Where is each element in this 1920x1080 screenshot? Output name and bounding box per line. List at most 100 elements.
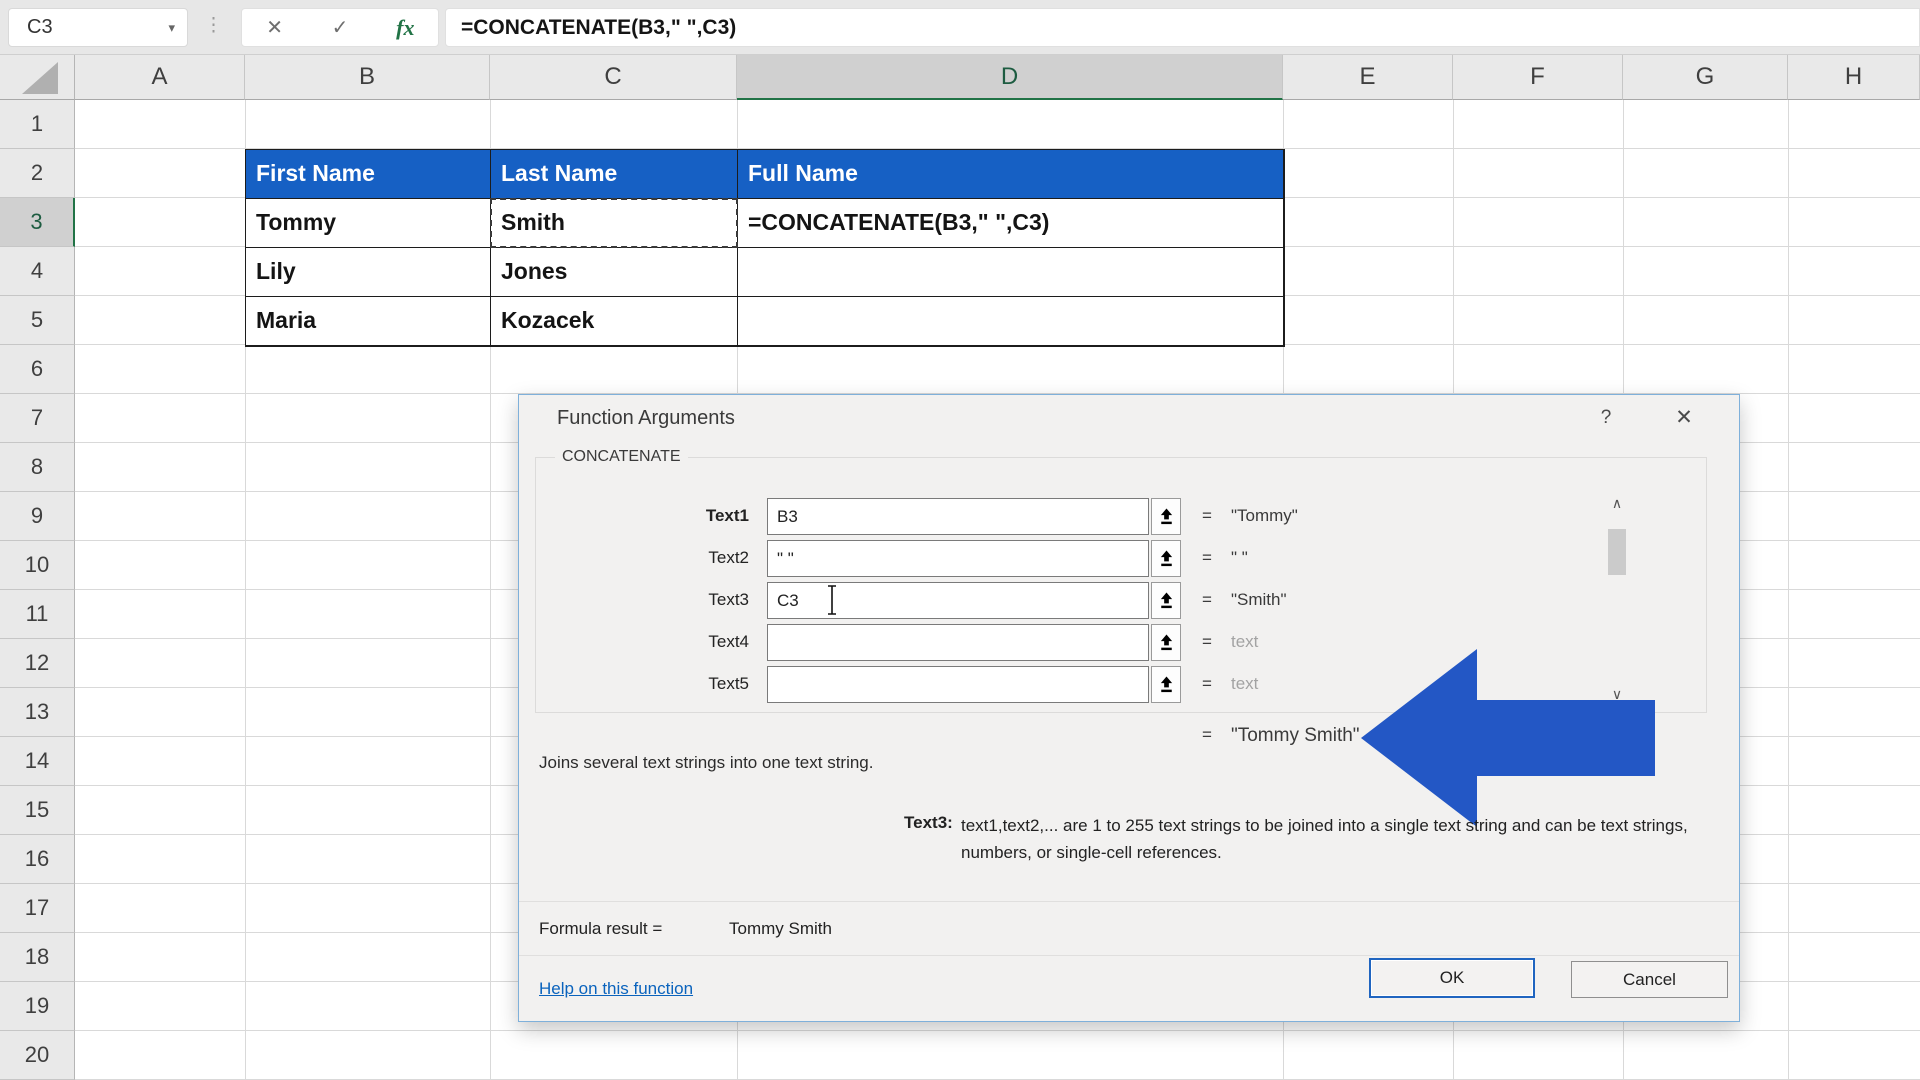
gridline-vertical (1788, 100, 1789, 1080)
scrollbar-thumb[interactable] (1608, 529, 1626, 575)
collapse-dialog-icon[interactable] (1151, 624, 1181, 661)
data-table: First Name Last Name Full Name Tommy Smi… (245, 149, 1285, 347)
cell-B2[interactable]: First Name (246, 150, 491, 199)
collapse-dialog-icon[interactable] (1151, 582, 1181, 619)
column-header-A[interactable]: A (75, 55, 245, 100)
collapse-dialog-icon[interactable] (1151, 498, 1181, 535)
arg-label: Text3 (708, 590, 749, 609)
arg-label: Text2 (708, 548, 749, 567)
row-header-17[interactable]: 17 (0, 884, 75, 933)
formula-result-label: Formula result = (539, 919, 663, 938)
cancel-entry-icon[interactable]: ✕ (250, 15, 300, 40)
cell-B5[interactable]: Maria (246, 297, 491, 346)
row-header-1[interactable]: 1 (0, 100, 75, 149)
equals-sign: = (1202, 725, 1212, 744)
function-name: CONCATENATE (555, 448, 688, 466)
divider (519, 901, 1739, 902)
row-header-11[interactable]: 11 (0, 590, 75, 639)
row-header-20[interactable]: 20 (0, 1031, 75, 1080)
overall-result-value: "Tommy Smith" (1231, 725, 1360, 746)
arg-input-text1[interactable] (767, 498, 1149, 535)
arg-input-text4[interactable] (767, 624, 1149, 661)
row-header-3[interactable]: 3 (0, 198, 75, 247)
arg-label: Text5 (708, 674, 749, 693)
column-header-E[interactable]: E (1283, 55, 1453, 100)
cancel-button[interactable]: Cancel (1571, 961, 1728, 998)
arg-row-text3: Text3 = "Smith" (519, 582, 1739, 619)
cell-C3[interactable]: Smith (490, 198, 738, 248)
name-box-dropdown-icon[interactable]: ▾ (168, 20, 187, 36)
cell-D2[interactable]: Full Name (738, 150, 1284, 199)
arg-result: "Tommy" (1231, 506, 1298, 525)
scroll-up-icon[interactable]: ∧ (1605, 495, 1629, 512)
row-header-7[interactable]: 7 (0, 394, 75, 443)
row-header-12[interactable]: 12 (0, 639, 75, 688)
arg-result: "Smith" (1231, 590, 1287, 609)
row-header-19[interactable]: 19 (0, 982, 75, 1031)
ibeam-cursor (828, 585, 836, 615)
row-header-13[interactable]: 13 (0, 688, 75, 737)
equals-sign: = (1202, 548, 1212, 567)
cell-C2[interactable]: Last Name (491, 150, 738, 199)
dialog-title: Function Arguments (557, 407, 735, 429)
cell-B3[interactable]: Tommy (246, 199, 491, 248)
row-header-16[interactable]: 16 (0, 835, 75, 884)
cell-B4[interactable]: Lily (246, 248, 491, 297)
dialog-close-icon[interactable]: ✕ (1667, 405, 1701, 430)
help-on-function-link[interactable]: Help on this function (539, 979, 693, 999)
arg-result: " " (1231, 548, 1248, 567)
equals-sign: = (1202, 632, 1212, 651)
column-header-G[interactable]: G (1623, 55, 1788, 100)
divider (519, 955, 1739, 956)
function-arguments-dialog: Function Arguments ? ✕ CONCATENATE Text1… (518, 394, 1740, 1022)
equals-sign: = (1202, 674, 1212, 693)
row-header-14[interactable]: 14 (0, 737, 75, 786)
confirm-entry-icon[interactable]: ✓ (315, 15, 365, 40)
column-header-F[interactable]: F (1453, 55, 1623, 100)
column-header-C[interactable]: C (490, 55, 737, 100)
row-headers: 1 2 3 4 5 6 7 8 9 10 11 12 13 14 15 16 17 18 19 20 (0, 100, 75, 1080)
arg-label: Text4 (708, 632, 749, 651)
function-description: Joins several text strings into one text… (539, 753, 874, 772)
insert-function-icon[interactable]: fx (380, 15, 430, 41)
formula-result-value: Tommy Smith (729, 919, 832, 938)
row-header-2[interactable]: 2 (0, 149, 75, 198)
arg-input-text5[interactable] (767, 666, 1149, 703)
arg-row-text1: Text1 = "Tommy" (519, 498, 1739, 535)
row-header-5[interactable]: 5 (0, 296, 75, 345)
arg-help-text: text1,text2,... are 1 to 255 text string… (961, 816, 1688, 862)
row-header-18[interactable]: 18 (0, 933, 75, 982)
arg-label: Text1 (705, 506, 749, 525)
row-header-9[interactable]: 9 (0, 492, 75, 541)
ok-button[interactable]: OK (1369, 958, 1535, 998)
column-header-B[interactable]: B (245, 55, 490, 100)
row-header-15[interactable]: 15 (0, 786, 75, 835)
equals-sign: = (1202, 506, 1212, 525)
name-box-value: C3 (27, 16, 53, 38)
name-box[interactable]: C3 ▾ (8, 8, 188, 47)
column-header-H[interactable]: H (1788, 55, 1920, 100)
dialog-help-icon[interactable]: ? (1591, 407, 1621, 429)
arg-input-text2[interactable] (767, 540, 1149, 577)
cell-C5[interactable]: Kozacek (491, 297, 738, 346)
select-all-triangle-icon (22, 62, 58, 94)
cell-C4[interactable]: Jones (491, 248, 738, 297)
row-header-4[interactable]: 4 (0, 247, 75, 296)
row-header-8[interactable]: 8 (0, 443, 75, 492)
annotation-arrow (1361, 649, 1655, 827)
arg-result: text (1231, 674, 1259, 693)
formula-input[interactable] (446, 9, 1919, 46)
cell-D3[interactable]: =CONCATENATE(B3," ",C3) (738, 199, 1284, 248)
formula-buttons: ✕ ✓ fx (241, 8, 439, 47)
cell-D5[interactable] (738, 297, 1284, 346)
formula-bar-area: C3 ▾ ⋮ ✕ ✓ fx (0, 0, 1920, 55)
select-all-corner[interactable] (0, 55, 75, 100)
column-header-D[interactable]: D (737, 55, 1283, 100)
equals-sign: = (1202, 590, 1212, 609)
collapse-dialog-icon[interactable] (1151, 540, 1181, 577)
collapse-dialog-icon[interactable] (1151, 666, 1181, 703)
row-header-6[interactable]: 6 (0, 345, 75, 394)
row-header-10[interactable]: 10 (0, 541, 75, 590)
formula-bar (445, 8, 1920, 47)
cell-D4[interactable] (738, 248, 1284, 297)
